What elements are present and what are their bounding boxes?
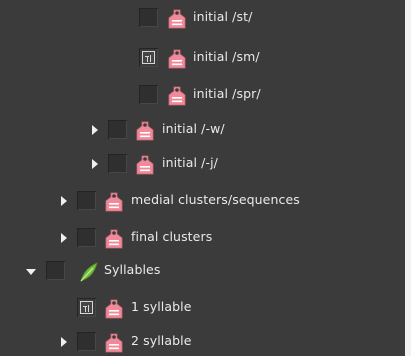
row-checkbox[interactable] bbox=[77, 228, 96, 247]
tag-icon bbox=[136, 155, 154, 175]
tree-row-initial-sm[interactable]: initial /sm/ bbox=[0, 44, 405, 74]
row-checkbox[interactable] bbox=[77, 332, 96, 351]
row-checkbox[interactable] bbox=[108, 154, 127, 173]
tree-row-2-syllable[interactable]: 2 syllable bbox=[0, 328, 405, 356]
tag-icon bbox=[105, 192, 123, 212]
tree-row-final-clusters[interactable]: final clusters bbox=[0, 224, 405, 254]
leaf-icon bbox=[80, 262, 98, 282]
tree-row-syllables[interactable]: Syllables bbox=[0, 257, 405, 287]
scrollbar-gutter[interactable] bbox=[405, 0, 411, 356]
tree-row-label: initial /-j/ bbox=[162, 155, 218, 170]
tree-row-medial-clusters[interactable]: medial clusters/sequences bbox=[0, 187, 405, 217]
expand-arrow-icon[interactable] bbox=[92, 125, 98, 135]
tree-row-label: 2 syllable bbox=[131, 333, 192, 348]
expand-arrow-icon[interactable] bbox=[61, 233, 67, 243]
tree-row-label: initial /sm/ bbox=[193, 49, 260, 64]
tree-row-label: initial /st/ bbox=[193, 9, 253, 24]
tree-row-initial-w[interactable]: initial /-w/ bbox=[0, 116, 405, 146]
tree-row-initial-j[interactable]: initial /-j/ bbox=[0, 150, 405, 180]
tag-icon bbox=[168, 86, 186, 106]
tree-row-label: medial clusters/sequences bbox=[131, 192, 300, 207]
tag-icon bbox=[168, 9, 186, 29]
expand-arrow-icon[interactable] bbox=[61, 196, 67, 206]
tree-row-label: initial /-w/ bbox=[162, 121, 225, 136]
tag-icon bbox=[168, 49, 186, 69]
image-badge-icon[interactable] bbox=[139, 48, 158, 67]
tag-icon bbox=[105, 229, 123, 249]
expand-arrow-icon[interactable] bbox=[61, 337, 67, 347]
tree-panel: initial /st/ initial /sm/ initial /spr/ bbox=[0, 0, 405, 356]
image-badge-icon[interactable] bbox=[77, 298, 96, 317]
row-checkbox[interactable] bbox=[46, 261, 65, 280]
expand-arrow-icon[interactable] bbox=[92, 159, 98, 169]
collapse-arrow-icon[interactable] bbox=[26, 269, 36, 275]
row-checkbox[interactable] bbox=[77, 191, 96, 210]
tag-icon bbox=[105, 333, 123, 353]
row-checkbox[interactable] bbox=[139, 8, 158, 27]
tree-row-label: final clusters bbox=[131, 229, 213, 244]
tree-row-label: initial /spr/ bbox=[193, 86, 261, 101]
tree-row-initial-spr[interactable]: initial /spr/ bbox=[0, 81, 405, 111]
tree-row-1-syllable[interactable]: 1 syllable bbox=[0, 294, 405, 324]
tree-row-initial-st[interactable]: initial /st/ bbox=[0, 4, 405, 34]
tree-row-label: Syllables bbox=[104, 262, 161, 277]
tag-icon bbox=[105, 299, 123, 319]
row-checkbox[interactable] bbox=[108, 120, 127, 139]
tree-row-label: 1 syllable bbox=[131, 299, 192, 314]
row-checkbox[interactable] bbox=[139, 85, 158, 104]
tag-icon bbox=[136, 121, 154, 141]
